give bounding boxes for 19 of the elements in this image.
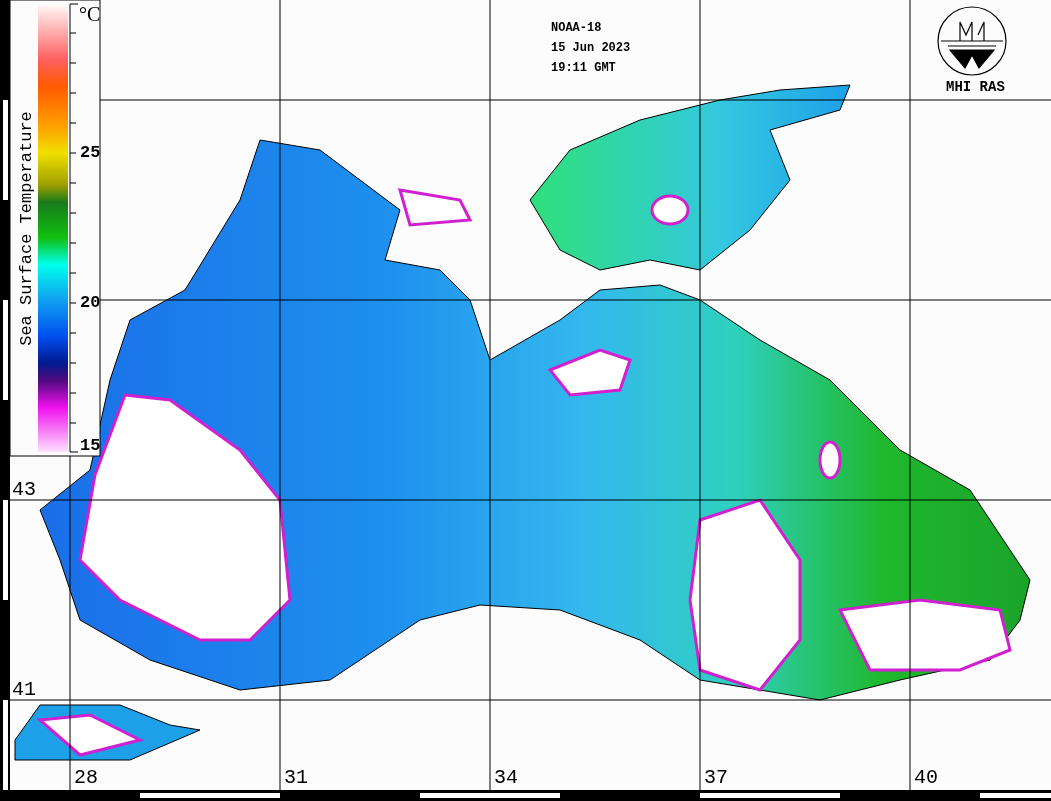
cloud-patch xyxy=(650,194,690,226)
unit-label: °C xyxy=(79,4,101,24)
logo-icon xyxy=(937,6,1007,76)
latitude-label: 41 xyxy=(12,680,36,700)
cloud-patch xyxy=(818,440,842,480)
longitude-label: 28 xyxy=(74,768,98,788)
latitude-label: 43 xyxy=(12,480,36,500)
satellite-name: NOAA-18 xyxy=(551,22,602,34)
colorbar-title: Sea Surface Temperature xyxy=(17,110,35,346)
tick-label: 20 xyxy=(80,294,101,311)
longitude-label: 40 xyxy=(914,768,938,788)
longitude-label: 37 xyxy=(704,768,728,788)
logo-label: MHI RAS xyxy=(946,80,1005,94)
tick-label: 15 xyxy=(80,437,101,454)
time-label: 19:11 GMT xyxy=(551,62,616,74)
date-label: 15 Jun 2023 xyxy=(551,42,631,54)
longitude-label: 34 xyxy=(494,768,518,788)
longitude-label: 31 xyxy=(284,768,308,788)
tick-label: 25 xyxy=(80,144,101,161)
